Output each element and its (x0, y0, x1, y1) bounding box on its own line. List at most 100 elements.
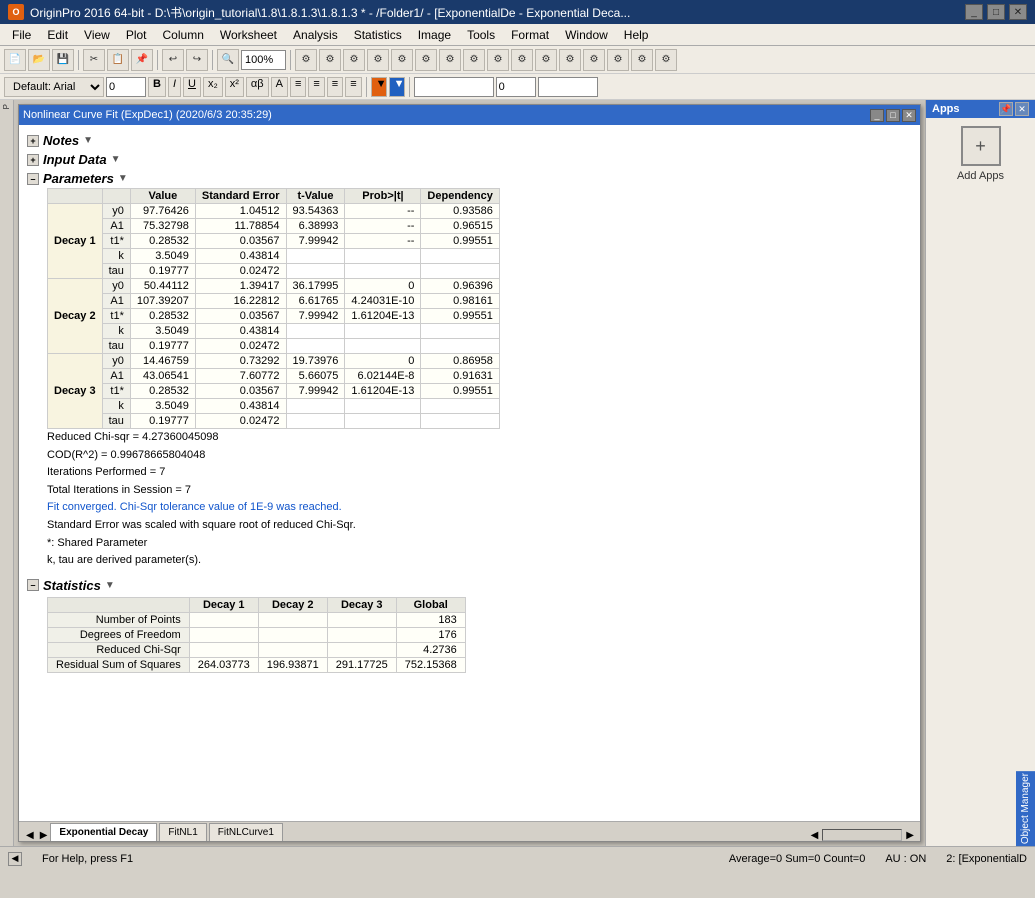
tb-b10[interactable]: ⚙ (511, 49, 533, 71)
tb-b7[interactable]: ⚙ (439, 49, 461, 71)
menu-column[interactable]: Column (155, 26, 212, 44)
apps-title: Apps (932, 103, 960, 115)
param-t1-d1: t1* (102, 234, 130, 249)
notes-toggle[interactable]: + (27, 135, 39, 147)
iterations-text: Iterations Performed = 7 (47, 464, 912, 482)
apps-close-button[interactable]: ✕ (1015, 102, 1029, 116)
input-data-section-header: + Input Data ▼ (27, 152, 912, 167)
tb-b1[interactable]: ⚙ (295, 49, 317, 71)
menu-edit[interactable]: Edit (39, 26, 76, 44)
help-text: For Help, press F1 (42, 853, 133, 865)
close-button[interactable]: ✕ (1009, 4, 1027, 20)
tab-fitnlcurve1[interactable]: FitNLCurve1 (209, 823, 283, 841)
tb-b11[interactable]: ⚙ (535, 49, 557, 71)
param-a1-d1: A1 (102, 219, 130, 234)
tb-zoom-button[interactable]: 🔍 (217, 49, 239, 71)
subscript-button[interactable]: x₂ (203, 77, 223, 97)
main-area: P Nonlinear Curve Fit (ExpDec1) (2020/6/… (0, 100, 1035, 846)
add-apps-button[interactable]: + (961, 126, 1001, 166)
menu-plot[interactable]: Plot (118, 26, 155, 44)
zoom-input[interactable] (241, 50, 286, 70)
tb-open-button[interactable]: 📂 (28, 49, 50, 71)
fmt-b5[interactable]: ≡ (327, 77, 343, 97)
style-input[interactable] (538, 77, 598, 97)
parameters-arrow[interactable]: ▼ (118, 173, 128, 184)
tb-b4[interactable]: ⚙ (367, 49, 389, 71)
apps-pin-button[interactable]: 📌 (999, 102, 1013, 116)
menu-worksheet[interactable]: Worksheet (212, 26, 285, 44)
tb-b2[interactable]: ⚙ (319, 49, 341, 71)
superscript-button[interactable]: x² (225, 77, 244, 97)
tb-cut-button[interactable]: ✂ (83, 49, 105, 71)
tb-b5[interactable]: ⚙ (391, 49, 413, 71)
tb-b14[interactable]: ⚙ (607, 49, 629, 71)
tb-new-button[interactable]: 📄 (4, 49, 26, 71)
width-input[interactable] (496, 77, 536, 97)
tb-b8[interactable]: ⚙ (463, 49, 485, 71)
tab-exponential-decay[interactable]: Exponential Decay (50, 823, 157, 841)
hscroll-track[interactable] (822, 829, 902, 841)
menu-window[interactable]: Window (557, 26, 616, 44)
fmt-color1[interactable]: ▼ (371, 77, 387, 97)
table-row: Decay 1 y0 97.76426 1.04512 93.54363 -- … (48, 204, 500, 219)
tb-b16[interactable]: ⚙ (655, 49, 677, 71)
font-size-input[interactable] (106, 77, 146, 97)
menu-analysis[interactable]: Analysis (285, 26, 346, 44)
fmt-b3[interactable]: ≡ (290, 77, 306, 97)
fmt-b4[interactable]: ≡ (308, 77, 324, 97)
input-data-arrow[interactable]: ▼ (111, 154, 121, 165)
italic-button[interactable]: I (168, 77, 181, 97)
statistics-toggle[interactable]: – (27, 579, 39, 591)
mdi-minimize-button[interactable]: _ (870, 109, 884, 122)
fmt-color2[interactable]: ▼ (389, 77, 405, 97)
left-panel-toggle[interactable]: ◀ (8, 852, 22, 866)
menu-view[interactable]: View (76, 26, 118, 44)
menu-statistics[interactable]: Statistics (346, 26, 410, 44)
menu-image[interactable]: Image (410, 26, 459, 44)
tab-scroll-left[interactable]: ◀ (23, 830, 37, 841)
maximize-button[interactable]: □ (987, 4, 1005, 20)
tb-save-button[interactable]: 💾 (52, 49, 74, 71)
menu-help[interactable]: Help (616, 26, 657, 44)
tb-b15[interactable]: ⚙ (631, 49, 653, 71)
fmt-b2[interactable]: A (271, 77, 288, 97)
mdi-window: Nonlinear Curve Fit (ExpDec1) (2020/6/3 … (18, 104, 921, 842)
hscroll-right[interactable]: ▶ (904, 830, 916, 841)
notes-arrow[interactable]: ▼ (83, 135, 93, 146)
font-select[interactable]: Default: Arial (4, 77, 104, 97)
minimize-button[interactable]: _ (965, 4, 983, 20)
parameters-toggle[interactable]: – (27, 173, 39, 185)
col-empty (48, 189, 103, 204)
line-input[interactable] (414, 77, 494, 97)
tb-b9[interactable]: ⚙ (487, 49, 509, 71)
tb-redo-button[interactable]: ↪ (186, 49, 208, 71)
hscroll-left[interactable]: ◀ (809, 830, 821, 841)
input-data-toggle[interactable]: + (27, 154, 39, 166)
tab-fitnl1[interactable]: FitNL1 (159, 823, 206, 841)
param-y0-d3: y0 (102, 354, 130, 369)
menu-tools[interactable]: Tools (459, 26, 503, 44)
content-area[interactable]: + Notes ▼ + Input Data ▼ – Parameters (19, 125, 920, 821)
tb-b12[interactable]: ⚙ (559, 49, 581, 71)
mdi-maximize-button[interactable]: □ (886, 109, 900, 122)
menu-file[interactable]: File (4, 26, 39, 44)
table-row: k 3.5049 0.43814 (48, 324, 500, 339)
bold-button[interactable]: B (148, 77, 166, 97)
apps-panel: Apps 📌 ✕ + Add Apps Object Manager (925, 100, 1035, 846)
tab-scroll-right[interactable]: ▶ (37, 830, 51, 841)
tb-copy-button[interactable]: 📋 (107, 49, 129, 71)
mdi-close-button[interactable]: ✕ (902, 109, 916, 122)
project-explorer-icon[interactable]: P (1, 102, 12, 111)
tb-b6[interactable]: ⚙ (415, 49, 437, 71)
object-manager-tab[interactable]: Object Manager (1016, 771, 1035, 846)
statistics-arrow[interactable]: ▼ (105, 580, 115, 591)
tb-paste-button[interactable]: 📌 (131, 49, 153, 71)
tb-b13[interactable]: ⚙ (583, 49, 605, 71)
tb-undo-button[interactable]: ↩ (162, 49, 184, 71)
fmt-b1[interactable]: αβ (246, 77, 269, 97)
fmt-b6[interactable]: ≡ (345, 77, 361, 97)
menu-format[interactable]: Format (503, 26, 557, 44)
table-row: tau 0.19777 0.02472 (48, 339, 500, 354)
underline-button[interactable]: U (183, 77, 201, 97)
tb-b3[interactable]: ⚙ (343, 49, 365, 71)
